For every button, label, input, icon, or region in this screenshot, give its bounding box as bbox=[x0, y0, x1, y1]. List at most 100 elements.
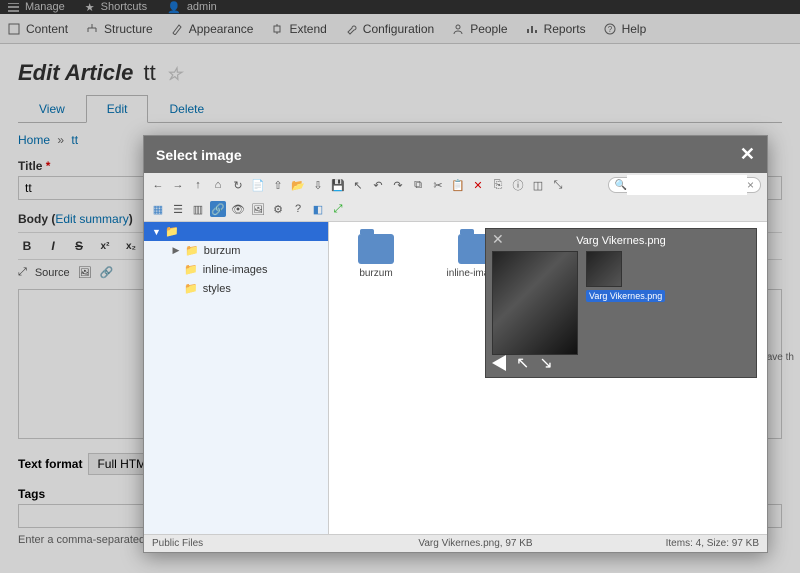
expand-se-icon[interactable]: ↘ bbox=[539, 353, 552, 373]
folder-icon: 📁 bbox=[185, 244, 199, 257]
preview-close-icon[interactable]: ✕ bbox=[492, 231, 504, 248]
image-icon[interactable]: 🖼 bbox=[78, 266, 92, 279]
structure-icon bbox=[86, 23, 98, 35]
search-input[interactable] bbox=[627, 175, 747, 195]
save-icon[interactable]: 💾 bbox=[330, 177, 346, 193]
download-icon[interactable]: ⇩ bbox=[310, 177, 326, 193]
view-icons-icon[interactable]: ▦ bbox=[150, 201, 166, 217]
tab-delete[interactable]: Delete bbox=[148, 95, 225, 123]
back-icon[interactable]: ← bbox=[150, 177, 166, 193]
superscript-button[interactable]: x² bbox=[96, 241, 114, 252]
tree-expand-icon[interactable]: ▶ bbox=[172, 245, 180, 256]
extend-icon bbox=[271, 23, 283, 35]
menu-help[interactable]: ?Help bbox=[604, 22, 647, 36]
source-button[interactable]: Source bbox=[35, 267, 70, 279]
menu-structure-label: Structure bbox=[104, 22, 153, 36]
forward-icon[interactable]: → bbox=[170, 177, 186, 193]
strike-button[interactable]: S bbox=[70, 239, 88, 253]
admin-menu: Content Structure Appearance Extend Conf… bbox=[0, 14, 800, 44]
file-browser-content: burzum inline-images ✕ Varg Vikernes.png… bbox=[329, 222, 767, 534]
preview-icon[interactable]: 👁 bbox=[230, 201, 246, 217]
tree-item-label: styles bbox=[203, 283, 231, 295]
shortcuts-link[interactable]: ★ Shortcuts bbox=[85, 1, 147, 14]
copy-icon[interactable]: ⧉ bbox=[410, 177, 426, 193]
user-icon: 👤 bbox=[167, 1, 181, 14]
info-icon[interactable]: ⓘ bbox=[510, 177, 526, 193]
settings-icon[interactable]: ⚙ bbox=[270, 201, 286, 217]
menu-people[interactable]: People bbox=[452, 22, 507, 36]
folder-tree: ▼ 📁 ▶ 📁 burzum 📁 inline-images 📁 styles bbox=[144, 222, 329, 534]
resize-icon[interactable]: ⤡ bbox=[550, 177, 566, 193]
tree-item-styles[interactable]: 📁 styles bbox=[144, 279, 328, 298]
folder-icon: 📁 bbox=[165, 225, 179, 238]
page-title-name: tt bbox=[143, 60, 155, 85]
insert-link-icon[interactable]: 🔗 bbox=[210, 201, 226, 217]
user-label: admin bbox=[187, 1, 217, 13]
menu-appearance[interactable]: Appearance bbox=[171, 22, 254, 36]
cut-icon[interactable]: ✂ bbox=[430, 177, 446, 193]
edit-summary-link[interactable]: Edit summary bbox=[55, 212, 128, 226]
reload-icon[interactable]: ↻ bbox=[230, 177, 246, 193]
menu-content[interactable]: Content bbox=[8, 22, 68, 36]
folder-burzum[interactable]: burzum bbox=[341, 234, 411, 279]
breadcrumb-home[interactable]: Home bbox=[18, 133, 50, 147]
crop-icon[interactable]: ◫ bbox=[530, 177, 546, 193]
user-link[interactable]: 👤 admin bbox=[167, 1, 217, 14]
delete-icon[interactable]: ✕ bbox=[470, 177, 486, 193]
tab-view[interactable]: View bbox=[18, 95, 86, 123]
manage-toggle[interactable]: Manage bbox=[8, 1, 65, 13]
grid-big-icon[interactable]: ◧ bbox=[310, 201, 326, 217]
body-label-text: Body bbox=[18, 212, 48, 226]
menu-extend[interactable]: Extend bbox=[271, 22, 326, 36]
folder-label: burzum bbox=[359, 268, 392, 279]
status-file: Varg Vikernes.png, 97 KB bbox=[332, 538, 619, 549]
menu-structure[interactable]: Structure bbox=[86, 22, 153, 36]
tree-root[interactable]: ▼ 📁 bbox=[144, 222, 328, 241]
subscript-button[interactable]: x₂ bbox=[122, 241, 140, 252]
menu-content-label: Content bbox=[26, 22, 68, 36]
menu-people-label: People bbox=[470, 22, 507, 36]
view-list-icon[interactable]: ☰ bbox=[170, 201, 186, 217]
expand-nw-icon[interactable]: ↖ bbox=[516, 353, 529, 373]
redo-icon[interactable]: ↷ bbox=[390, 177, 406, 193]
image-edit-icon[interactable]: 🖼 bbox=[250, 201, 266, 217]
home-icon[interactable]: ⌂ bbox=[210, 177, 226, 193]
tree-item-inline-images[interactable]: 📁 inline-images bbox=[144, 260, 328, 279]
undo-icon[interactable]: ↶ bbox=[370, 177, 386, 193]
tree-item-burzum[interactable]: ▶ 📁 burzum bbox=[144, 241, 328, 260]
tab-edit[interactable]: Edit bbox=[86, 95, 149, 123]
star-icon: ★ bbox=[85, 1, 95, 14]
menu-reports[interactable]: Reports bbox=[526, 22, 586, 36]
italic-button[interactable]: I bbox=[44, 239, 62, 253]
new-file-icon[interactable]: 📄 bbox=[250, 177, 266, 193]
menu-configuration[interactable]: Configuration bbox=[345, 22, 434, 36]
preview-nav: ↖ ↘ bbox=[492, 353, 553, 373]
search-box[interactable]: 🔍 × bbox=[608, 177, 761, 193]
search-clear-icon[interactable]: × bbox=[747, 178, 754, 192]
select-icon[interactable]: ↖ bbox=[350, 177, 366, 193]
prev-arrow-icon[interactable] bbox=[492, 355, 506, 371]
fullscreen-icon[interactable]: ⤢ bbox=[330, 201, 346, 217]
help-icon[interactable]: ? bbox=[290, 201, 306, 217]
breadcrumb-current: tt bbox=[71, 133, 78, 147]
preview-thumbnail[interactable] bbox=[586, 251, 622, 287]
status-path: Public Files bbox=[152, 538, 332, 549]
modal-close-button[interactable]: ✕ bbox=[740, 144, 755, 165]
tree-item-label: burzum bbox=[204, 245, 241, 257]
search-icon: 🔍 bbox=[615, 180, 627, 191]
primary-tabs: View Edit Delete bbox=[18, 94, 782, 123]
file-browser-status: Public Files Varg Vikernes.png, 97 KB It… bbox=[144, 534, 767, 552]
breadcrumb-separator: » bbox=[57, 133, 64, 147]
upload-icon[interactable]: ⇧ bbox=[270, 177, 286, 193]
expand-icon[interactable]: ⤢ bbox=[18, 266, 27, 279]
link-icon[interactable]: 🔗 bbox=[100, 266, 114, 279]
favorite-star-icon[interactable]: ☆ bbox=[166, 64, 182, 84]
bold-button[interactable]: B bbox=[18, 239, 36, 253]
appearance-icon bbox=[171, 23, 183, 35]
page-title-prefix: Edit Article bbox=[18, 60, 133, 85]
duplicate-icon[interactable]: ⎘ bbox=[490, 177, 506, 193]
view-columns-icon[interactable]: ▥ bbox=[190, 201, 206, 217]
open-icon[interactable]: 📂 bbox=[290, 177, 306, 193]
paste-icon[interactable]: 📋 bbox=[450, 177, 466, 193]
up-icon[interactable]: ↑ bbox=[190, 177, 206, 193]
